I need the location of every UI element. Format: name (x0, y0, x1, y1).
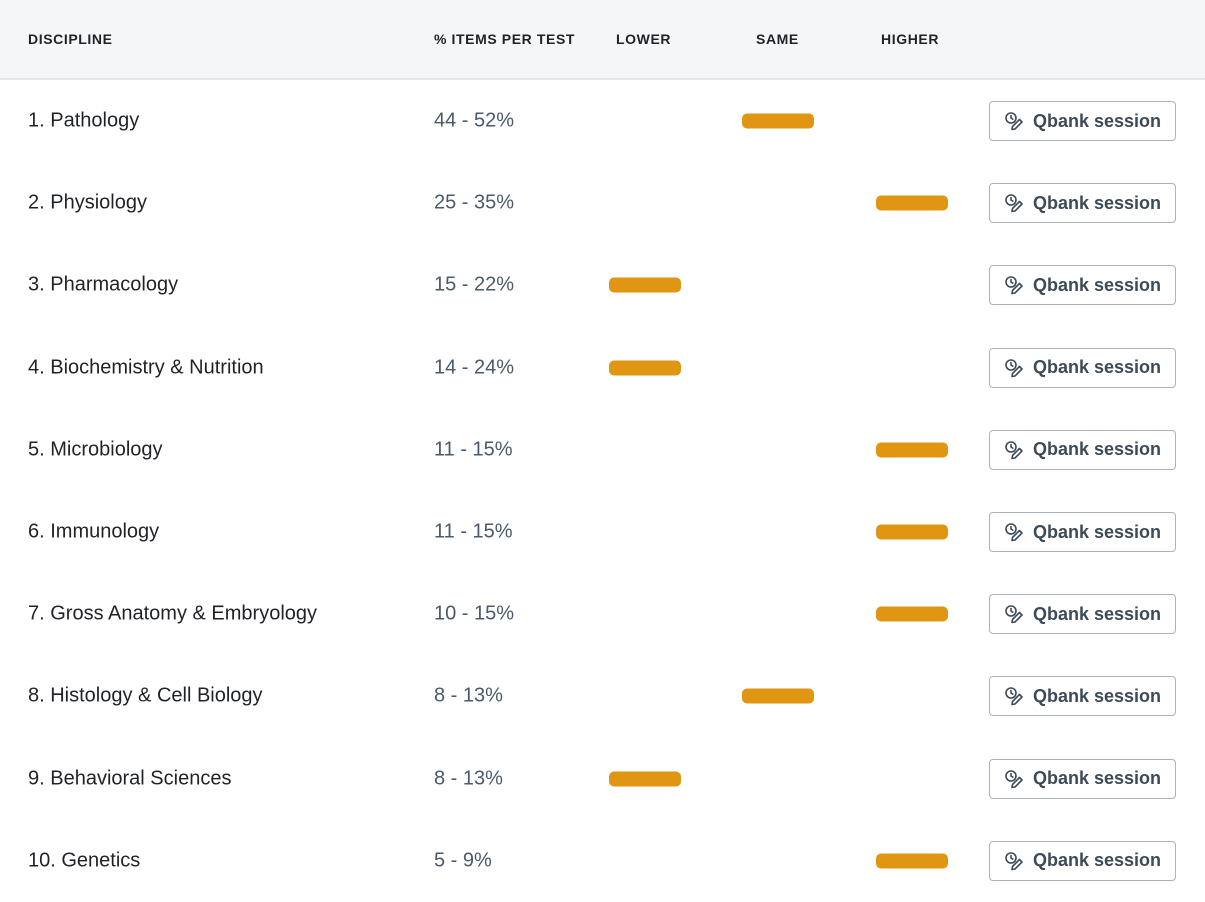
discipline-name: 7. Gross Anatomy & Embryology (28, 602, 318, 625)
table-body: 1. Pathology 44 - 52% Qbank session 2. P… (0, 80, 1205, 902)
trend-indicator-lower (609, 360, 681, 376)
clock-pencil-icon (1004, 440, 1024, 460)
table-row-5: 5. Microbiology 11 - 15% Qbank session (0, 409, 1205, 491)
items-per-test-range: 11 - 15% (434, 438, 513, 461)
qbank-session-label: Qbank session (1032, 439, 1162, 460)
table-row-1: 1. Pathology 44 - 52% Qbank session (0, 80, 1205, 162)
items-per-test-range: 44 - 52% (434, 109, 515, 132)
qbank-session-label: Qbank session (1032, 850, 1162, 871)
discipline-name: 2. Physiology (28, 191, 147, 214)
clock-pencil-icon (1004, 522, 1024, 542)
qbank-session-label: Qbank session (1032, 521, 1162, 542)
trend-indicator-higher (876, 853, 948, 869)
qbank-session-label: Qbank session (1032, 768, 1162, 789)
qbank-session-button[interactable]: Qbank session (989, 347, 1176, 388)
items-per-test-range: 8 - 13% (434, 684, 503, 707)
clock-pencil-icon (1004, 111, 1024, 131)
qbank-session-button[interactable]: Qbank session (989, 101, 1176, 142)
discipline-name: 9. Behavioral Sciences (28, 767, 232, 790)
trend-indicator-same (742, 688, 814, 704)
table-row-9: 9. Behavioral Sciences 8 - 13% Qbank ses… (0, 738, 1205, 820)
qbank-session-button[interactable]: Qbank session (989, 594, 1176, 635)
column-header-items-per-test: % ITEMS PER TEST (434, 31, 576, 47)
discipline-name: 3. Pharmacology (28, 273, 179, 296)
trend-indicator-higher (876, 606, 948, 622)
table-row-2: 2. Physiology 25 - 35% Qbank session (0, 162, 1205, 244)
column-header-lower: LOWER (616, 31, 672, 47)
column-header-discipline: DISCIPLINE (28, 31, 113, 47)
table-header: DISCIPLINE % ITEMS PER TEST LOWER SAME H… (0, 0, 1205, 80)
trend-indicator-higher (876, 524, 948, 540)
qbank-session-button[interactable]: Qbank session (989, 183, 1176, 224)
qbank-session-button[interactable]: Qbank session (989, 840, 1176, 881)
qbank-session-label: Qbank session (1032, 603, 1162, 624)
qbank-session-label: Qbank session (1032, 192, 1162, 213)
clock-pencil-icon (1004, 686, 1024, 706)
qbank-session-button[interactable]: Qbank session (989, 758, 1176, 799)
items-per-test-range: 10 - 15% (434, 602, 515, 625)
items-per-test-range: 25 - 35% (434, 191, 515, 214)
trend-indicator-lower (609, 277, 681, 293)
qbank-session-label: Qbank session (1032, 357, 1162, 378)
qbank-session-button[interactable]: Qbank session (989, 512, 1176, 553)
table-row-7: 7. Gross Anatomy & Embryology 10 - 15% Q… (0, 573, 1205, 655)
trend-indicator-same (742, 113, 814, 129)
clock-pencil-icon (1004, 358, 1024, 378)
qbank-session-button[interactable]: Qbank session (989, 429, 1176, 470)
discipline-name: 4. Biochemistry & Nutrition (28, 356, 264, 379)
qbank-session-label: Qbank session (1032, 274, 1162, 295)
discipline-table: DISCIPLINE % ITEMS PER TEST LOWER SAME H… (0, 0, 1205, 902)
trend-indicator-lower (609, 771, 681, 787)
table-row-10: 10. Genetics 5 - 9% Qbank session (0, 820, 1205, 902)
items-per-test-range: 11 - 15% (434, 520, 513, 543)
items-per-test-range: 5 - 9% (434, 849, 492, 872)
qbank-session-label: Qbank session (1032, 110, 1162, 131)
discipline-name: 10. Genetics (28, 849, 141, 872)
clock-pencil-icon (1004, 275, 1024, 295)
items-per-test-range: 15 - 22% (434, 273, 515, 296)
discipline-name: 1. Pathology (28, 109, 140, 132)
discipline-name: 6. Immunology (28, 520, 160, 543)
discipline-name: 8. Histology & Cell Biology (28, 684, 263, 707)
trend-indicator-higher (876, 195, 948, 211)
discipline-name: 5. Microbiology (28, 438, 163, 461)
table-row-6: 6. Immunology 11 - 15% Qbank session (0, 491, 1205, 573)
clock-pencil-icon (1004, 851, 1024, 871)
table-row-3: 3. Pharmacology 15 - 22% Qbank session (0, 244, 1205, 326)
column-header-higher: HIGHER (881, 31, 940, 47)
qbank-session-button[interactable]: Qbank session (989, 265, 1176, 306)
column-header-same: SAME (756, 31, 799, 47)
clock-pencil-icon (1004, 193, 1024, 213)
table-row-4: 4. Biochemistry & Nutrition 14 - 24% Qba… (0, 327, 1205, 409)
trend-indicator-higher (876, 442, 948, 458)
qbank-session-label: Qbank session (1032, 685, 1162, 706)
clock-pencil-icon (1004, 769, 1024, 789)
items-per-test-range: 14 - 24% (434, 356, 515, 379)
table-row-8: 8. Histology & Cell Biology 8 - 13% Qban… (0, 655, 1205, 737)
clock-pencil-icon (1004, 604, 1024, 624)
qbank-session-button[interactable]: Qbank session (989, 676, 1176, 717)
items-per-test-range: 8 - 13% (434, 767, 503, 790)
